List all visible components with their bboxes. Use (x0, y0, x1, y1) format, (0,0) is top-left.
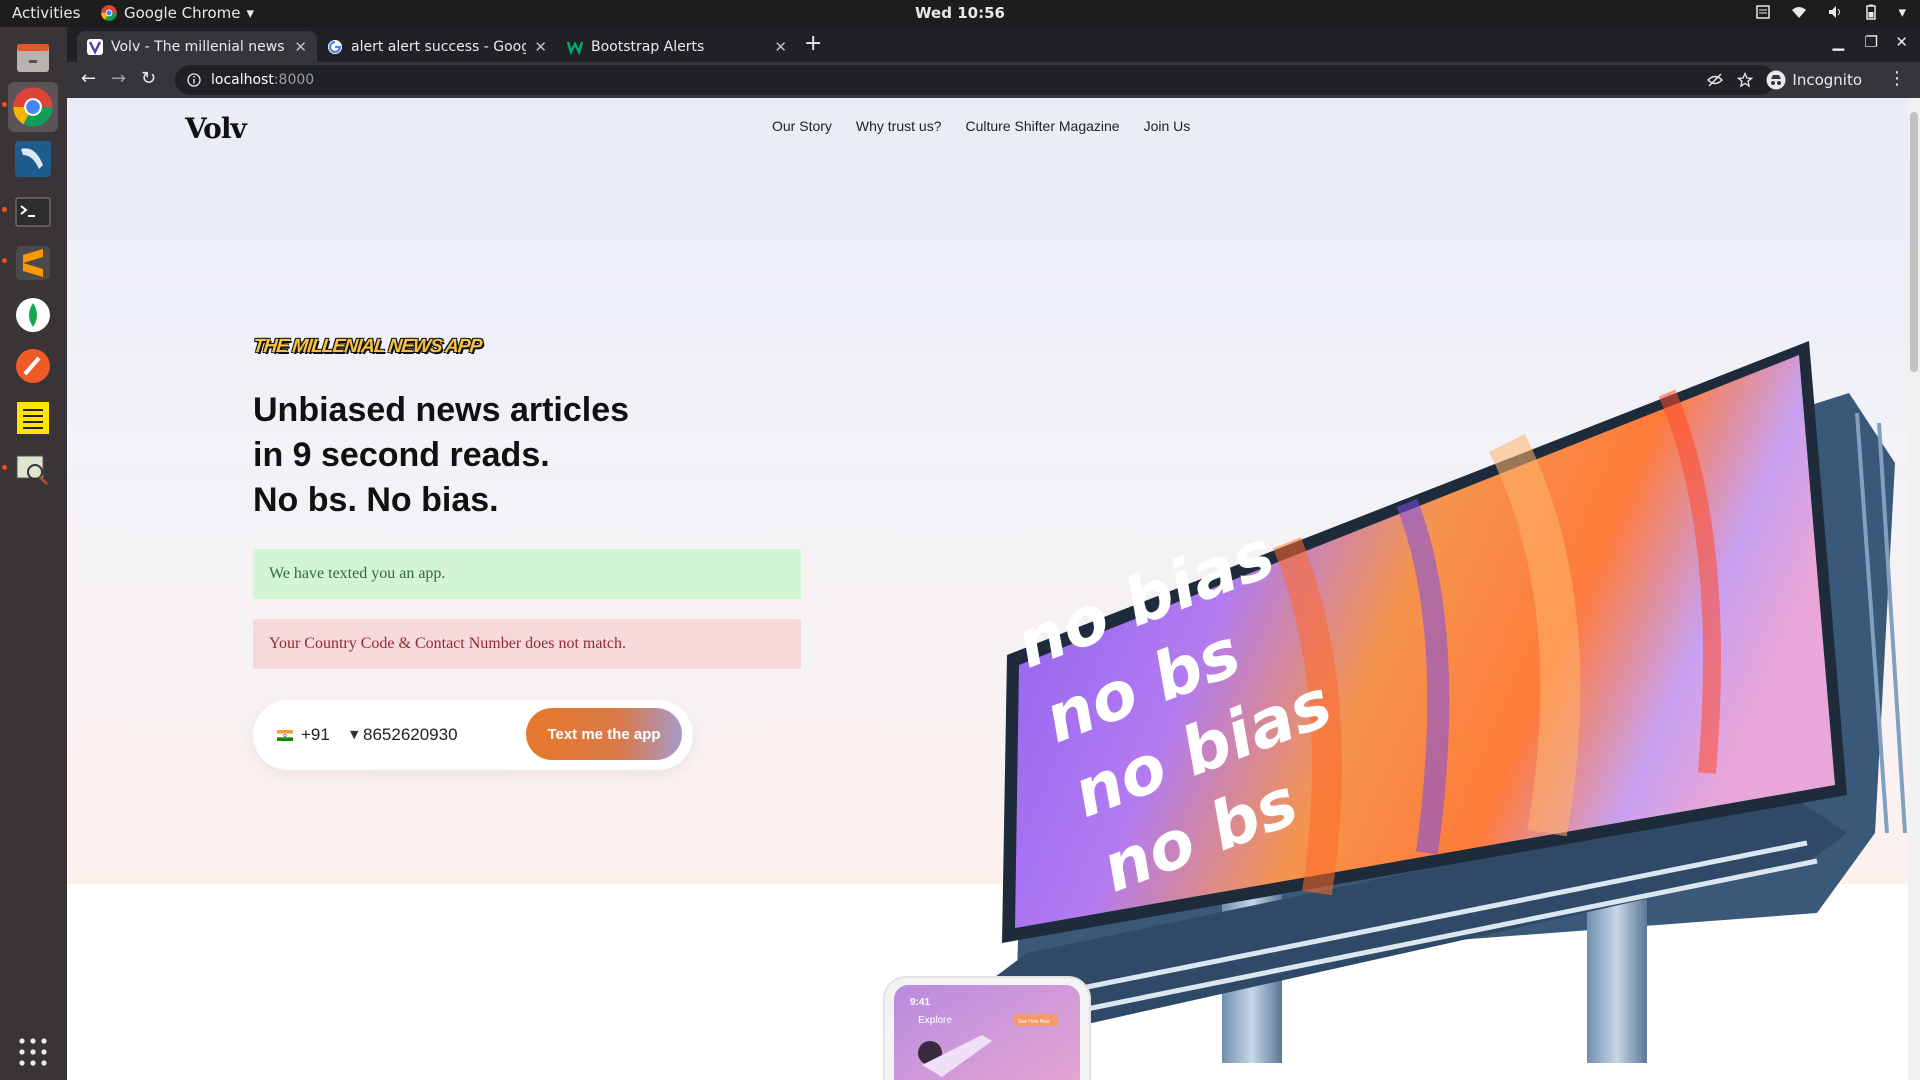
close-tab-icon[interactable]: ✕ (774, 38, 787, 56)
page-viewport: Volv Our Story Why trust us? Culture Shi… (67, 98, 1920, 1080)
headline-line-3: No bs. No bias. (253, 481, 499, 519)
billboard-illustration: no bias no bs no bias no bs (987, 341, 1907, 1063)
phone-time: 9:41 (910, 997, 930, 1008)
eye-off-icon[interactable] (1707, 72, 1723, 88)
image-viewer-icon[interactable] (8, 445, 58, 495)
incognito-label: Incognito (1792, 71, 1862, 89)
sublime-icon (16, 246, 50, 280)
reload-button[interactable]: ↻ (141, 68, 156, 89)
scrollbar-thumb[interactable] (1910, 112, 1918, 372)
ubuntu-dock (0, 27, 67, 1080)
activities-button[interactable]: Activities (12, 4, 80, 22)
mysql-workbench-icon[interactable] (8, 134, 58, 184)
w3schools-favicon-icon (567, 40, 583, 55)
close-tab-icon[interactable]: ✕ (534, 38, 547, 56)
chevron-down-icon: ▾ (246, 4, 255, 22)
system-tray[interactable]: ▾ (1754, 3, 1906, 21)
forward-button[interactable]: → (111, 68, 126, 89)
url-text: localhost:8000 (211, 72, 314, 88)
tagline: THE MILLENIAL NEWS APP (251, 336, 483, 357)
url-host: localhost (211, 72, 274, 88)
running-indicator (2, 258, 7, 263)
phone-explore-label: Explore (918, 1015, 952, 1026)
menu-kebab-icon[interactable]: ⋮ (1888, 68, 1906, 89)
clock[interactable]: Wed 10:56 (0, 4, 1920, 22)
rocket-pen-icon (16, 349, 50, 383)
tab-strip: Volv - The millenial news a ✕ alert aler… (67, 27, 1920, 62)
phone-signup-form: +91 ▼ Text me the app (253, 700, 693, 770)
battery-icon (1866, 4, 1877, 20)
system-top-bar: Activities Google Chrome ▾ Wed 10:56 ▾ (0, 0, 1920, 27)
url-port: :8000 (273, 72, 315, 88)
terminal-app-icon[interactable] (8, 187, 58, 237)
phone-badge-label: See How Now (1018, 1019, 1050, 1025)
danger-alert: Your Country Code & Contact Number does … (253, 619, 801, 669)
volv-logo[interactable]: Volv (185, 112, 247, 145)
running-indicator (2, 207, 7, 212)
main-nav: Our Story Why trust us? Culture Shifter … (772, 118, 1190, 134)
headline-line-2: in 9 second reads. (253, 436, 550, 474)
file-cabinet-icon (17, 44, 49, 72)
success-alert: We have texted you an app. (253, 549, 801, 599)
postman-icon[interactable] (8, 341, 58, 391)
text-me-the-app-button[interactable]: Text me the app (526, 708, 682, 760)
chrome-app-icon[interactable] (8, 82, 58, 132)
files-app-icon[interactable] (8, 33, 58, 83)
tab-google-search[interactable]: alert alert success - Googl ✕ (317, 31, 557, 62)
mongodb-compass-icon[interactable] (8, 290, 58, 340)
wifi-icon (1792, 7, 1807, 18)
back-button[interactable]: ← (81, 68, 96, 89)
tab-volv[interactable]: Volv - The millenial news a ✕ (77, 31, 317, 62)
app-menu[interactable]: Google Chrome ▾ (100, 4, 254, 22)
notes-app-icon[interactable] (8, 393, 58, 443)
magnifier-image-icon (16, 455, 49, 486)
close-window-button[interactable]: ✕ (1895, 33, 1908, 51)
sublime-text-icon[interactable] (8, 238, 58, 288)
chrome-icon (101, 5, 117, 21)
new-tab-button[interactable]: + (804, 31, 822, 56)
india-flag-icon[interactable] (277, 730, 293, 741)
app-grid-icon (19, 1038, 47, 1066)
notes-icon (1756, 5, 1771, 19)
chrome-icon (13, 87, 53, 127)
terminal-icon (15, 197, 51, 227)
restore-button[interactable]: ❐ (1865, 33, 1878, 51)
dolphin-icon (15, 141, 51, 177)
browser-toolbar: ← → ↻ localhost:8000 Incognito ⋮ (67, 62, 1920, 98)
nav-why-trust-us[interactable]: Why trust us? (856, 118, 942, 134)
nav-our-story[interactable]: Our Story (772, 118, 832, 134)
hero-section: Volv Our Story Why trust us? Culture Shi… (67, 98, 1908, 1063)
page-scrollbar[interactable] (1908, 98, 1920, 1080)
star-icon[interactable] (1737, 72, 1753, 88)
phone-mockup: 9:41 Explore See How Now (883, 976, 1091, 1080)
incognito-icon (1766, 70, 1786, 90)
tab-bootstrap-alerts[interactable]: Bootstrap Alerts ✕ (557, 31, 797, 62)
minimize-button[interactable]: ▁ (1832, 33, 1844, 51)
incognito-badge[interactable]: Incognito (1756, 66, 1872, 94)
volume-icon (1829, 6, 1841, 18)
tab-title: Bootstrap Alerts (591, 38, 705, 55)
running-indicator (2, 465, 7, 470)
running-indicator (2, 102, 7, 107)
tab-title: Volv - The millenial news a (111, 38, 287, 55)
address-bar[interactable]: localhost:8000 (175, 65, 1775, 95)
list-icon (17, 402, 49, 434)
close-tab-icon[interactable]: ✕ (294, 38, 307, 56)
volv-favicon-icon (87, 38, 103, 55)
google-favicon-icon (328, 39, 342, 54)
nav-join-us[interactable]: Join Us (1144, 118, 1191, 134)
app-menu-label: Google Chrome (124, 4, 241, 22)
tab-title: alert alert success - Googl (351, 38, 527, 55)
hero-headline: Unbiased news articles in 9 second reads… (253, 388, 629, 523)
chevron-down-icon: ▾ (1898, 3, 1906, 21)
show-applications-button[interactable] (8, 1027, 58, 1077)
nav-culture-shifter-magazine[interactable]: Culture Shifter Magazine (966, 118, 1120, 134)
caret-down-icon[interactable]: ▼ (350, 728, 358, 741)
leaf-icon (16, 298, 50, 332)
phone-number-input[interactable] (363, 722, 503, 748)
headline-line-1: Unbiased news articles (253, 391, 630, 429)
info-icon[interactable] (187, 73, 201, 87)
country-code-select[interactable]: +91 (301, 725, 330, 745)
